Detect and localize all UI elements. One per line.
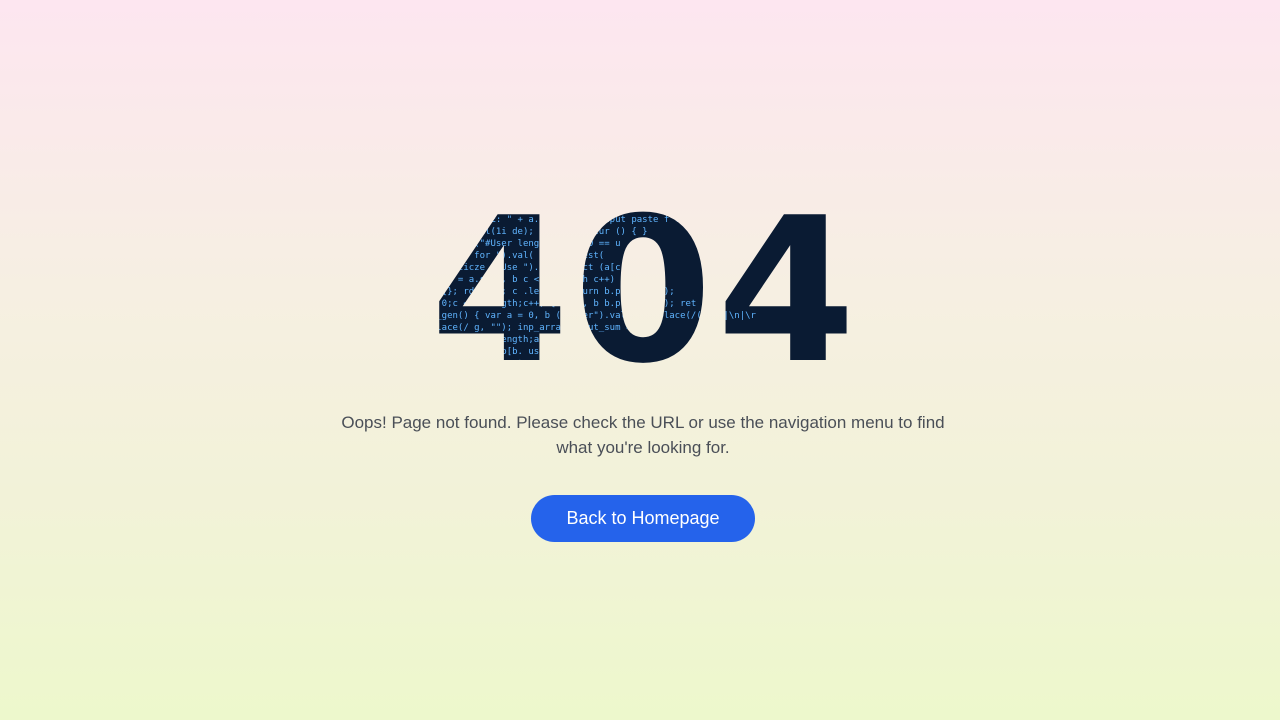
error-code-graphic: .bind(" UNIQUE: " + a.unique textInput p… <box>430 190 859 380</box>
error-code-text: 404 <box>430 190 859 380</box>
back-to-homepage-button[interactable]: Back to Homepage <box>531 495 755 542</box>
error-page: .bind(" UNIQUE: " + a.unique textInput p… <box>0 0 1280 720</box>
error-message: Oops! Page not found. Please check the U… <box>341 413 945 457</box>
